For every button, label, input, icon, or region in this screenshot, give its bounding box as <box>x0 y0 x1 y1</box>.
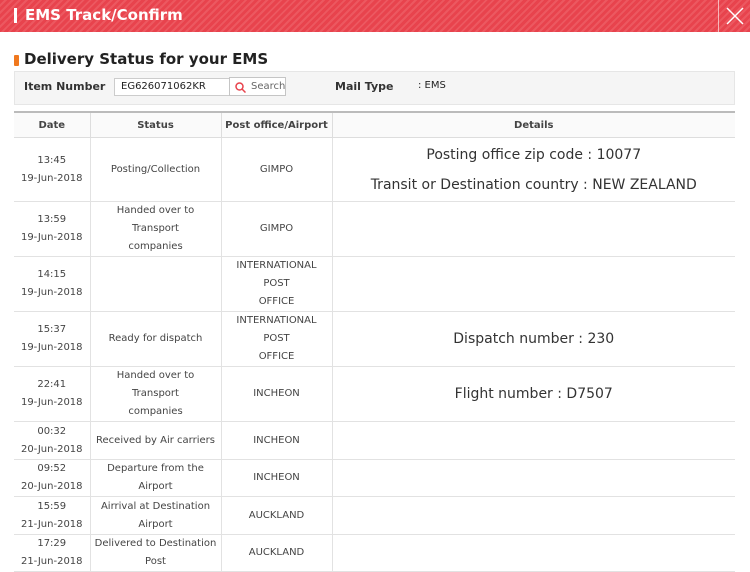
cell-status: Airrival at Destination Airport <box>89 496 221 535</box>
cell-status: Ready for dispatch <box>89 311 221 367</box>
search-icon <box>235 82 246 93</box>
close-icon <box>726 7 744 25</box>
cell-status: Delivered to Destination Post <box>89 534 221 572</box>
cell-office: INTERNATIONAL POST OFFICE <box>220 311 332 367</box>
header-date: Date <box>14 112 90 138</box>
table-row: 13:59 19-Jun-2018 Handed over to Transpor… <box>14 201 735 257</box>
header-details: Details <box>331 112 735 138</box>
cell-date: 14:15 19-Jun-2018 <box>14 256 90 312</box>
tracking-table: Date Status Post office/Airport Details … <box>14 111 735 572</box>
cell-office: INCHEON <box>220 421 332 460</box>
cell-date: 15:37 19-Jun-2018 <box>14 311 90 367</box>
cell-details: Dispatch number : 230 <box>331 311 735 367</box>
search-panel: Item Number EG626071062KR Search Mail Ty… <box>14 71 735 105</box>
table-row: 17:29 21-Jun-2018 Delivered to Destinatio… <box>14 534 735 572</box>
item-number-input[interactable]: EG626071062KR <box>114 78 238 96</box>
cell-details <box>331 421 735 460</box>
table-row: 15:37 19-Jun-2018 Ready for dispatch INTE… <box>14 311 735 367</box>
search-button-label: Search <box>251 81 286 92</box>
header-office: Post office/Airport <box>220 112 332 138</box>
section-bullet <box>14 55 19 66</box>
title-mark <box>14 8 17 23</box>
cell-status: Departure from the Airport <box>89 459 221 497</box>
table-row: 14:15 19-Jun-2018 INTERNATIONAL POST OFFIC… <box>14 256 735 312</box>
cell-status: Posting/Collection <box>89 137 221 202</box>
cell-status <box>89 256 221 312</box>
close-button[interactable] <box>718 0 750 32</box>
cell-details <box>331 534 735 572</box>
cell-status: Handed over to Transport companies <box>89 366 221 422</box>
title-bar: EMS Track/Confirm <box>0 0 750 32</box>
header-status: Status <box>89 112 221 138</box>
cell-office: INTERNATIONAL POST OFFICE <box>220 256 332 312</box>
table-row: 00:32 20-Jun-2018 Received by Air carrier… <box>14 421 735 460</box>
table-row: 22:41 19-Jun-2018 Handed over to Transpor… <box>14 366 735 422</box>
cell-status: Received by Air carriers <box>89 421 221 460</box>
cell-date: 09:52 20-Jun-2018 <box>14 459 90 497</box>
cell-details <box>331 256 735 312</box>
cell-date: 15:59 21-Jun-2018 <box>14 496 90 535</box>
cell-office: GIMPO <box>220 201 332 257</box>
cell-details: Posting office zip code : 10077 Transit o… <box>331 137 735 202</box>
cell-details <box>331 201 735 257</box>
cell-office: AUCKLAND <box>220 496 332 535</box>
search-button[interactable]: Search <box>229 77 286 96</box>
cell-office: INCHEON <box>220 366 332 422</box>
cell-office: INCHEON <box>220 459 332 497</box>
cell-details: Flight number : D7507 <box>331 366 735 422</box>
item-number-label: Item Number <box>24 80 106 93</box>
cell-details <box>331 459 735 497</box>
table-row: 13:45 19-Jun-2018 Posting/Collection GIMP… <box>14 137 735 202</box>
cell-date: 13:59 19-Jun-2018 <box>14 201 90 257</box>
cell-date: 17:29 21-Jun-2018 <box>14 534 90 572</box>
window-title: EMS Track/Confirm <box>25 6 183 24</box>
table-row: 15:59 21-Jun-2018 Airrival at Destination… <box>14 496 735 535</box>
cell-office: GIMPO <box>220 137 332 202</box>
table-header-row: Date Status Post office/Airport Details <box>14 112 735 138</box>
cell-status: Handed over to Transport companies <box>89 201 221 257</box>
cell-date: 13:45 19-Jun-2018 <box>14 137 90 202</box>
cell-date: 22:41 19-Jun-2018 <box>14 366 90 422</box>
section-title: Delivery Status for your EMS <box>24 50 269 68</box>
mail-type-label: Mail Type <box>335 80 394 93</box>
cell-date: 00:32 20-Jun-2018 <box>14 421 90 460</box>
cell-office: AUCKLAND <box>220 534 332 572</box>
mail-type-value: : EMS <box>418 80 446 91</box>
cell-details <box>331 496 735 535</box>
table-row: 09:52 20-Jun-2018 Departure from the Airp… <box>14 459 735 497</box>
